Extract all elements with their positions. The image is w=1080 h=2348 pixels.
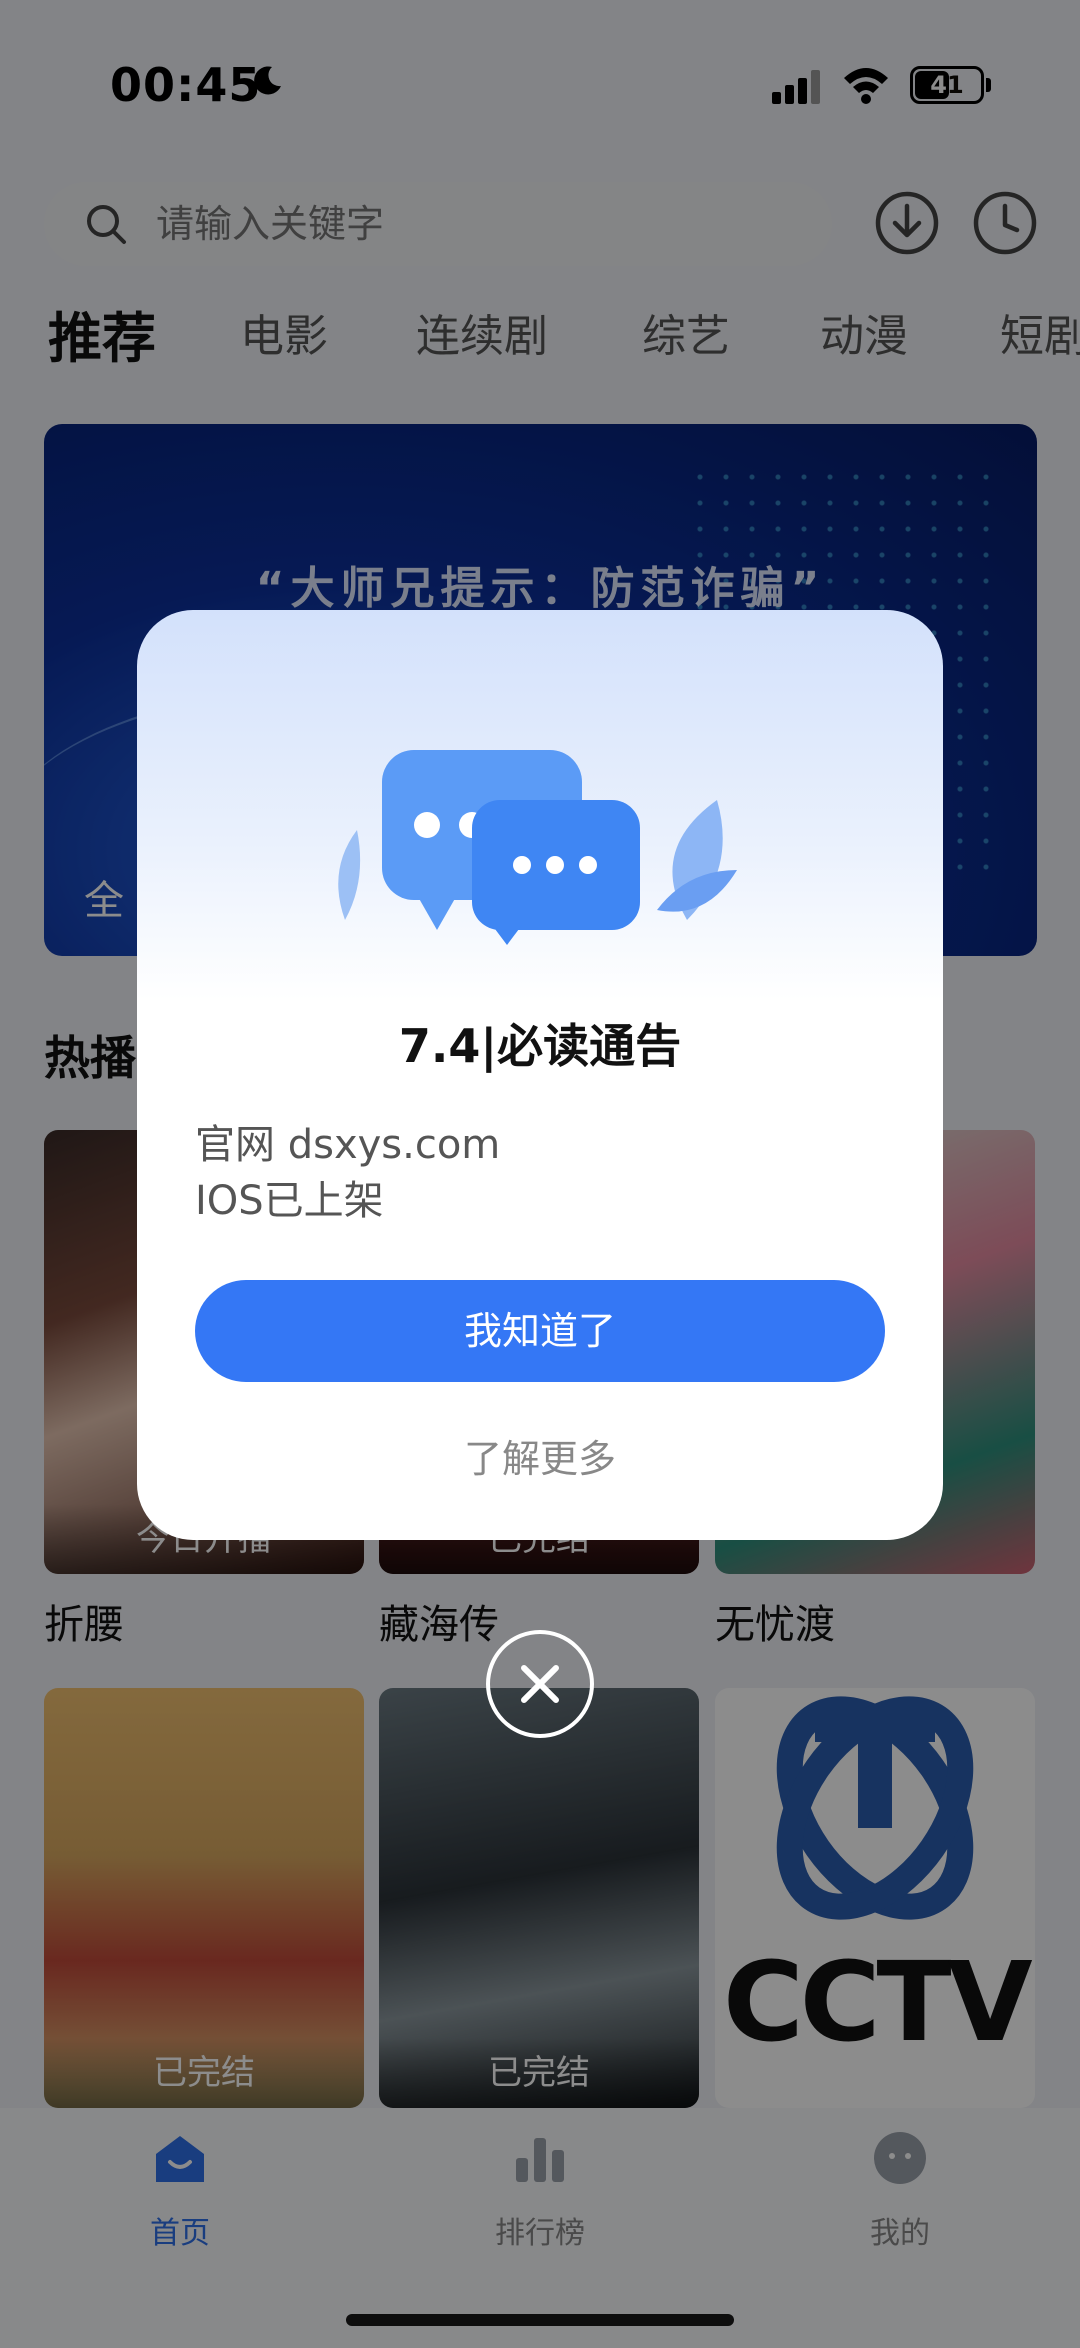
dialog-text: 官网 dsxys.com bbox=[195, 1122, 501, 1168]
dialog-text: IOS已上架 bbox=[195, 1178, 384, 1224]
close-dialog-button[interactable] bbox=[486, 1630, 594, 1738]
chat-bubbles-icon bbox=[338, 750, 737, 945]
learn-more-link[interactable]: 了解更多 bbox=[137, 1428, 943, 1483]
dialog-title: 7.4|必读通告 bbox=[398, 1019, 682, 1073]
notice-dialog: 7.4|必读通告 官网 dsxys.com IOS已上架 我知道了 了解更多 bbox=[137, 610, 943, 1540]
close-icon bbox=[521, 1665, 559, 1703]
confirm-button[interactable]: 我知道了 bbox=[195, 1280, 885, 1382]
